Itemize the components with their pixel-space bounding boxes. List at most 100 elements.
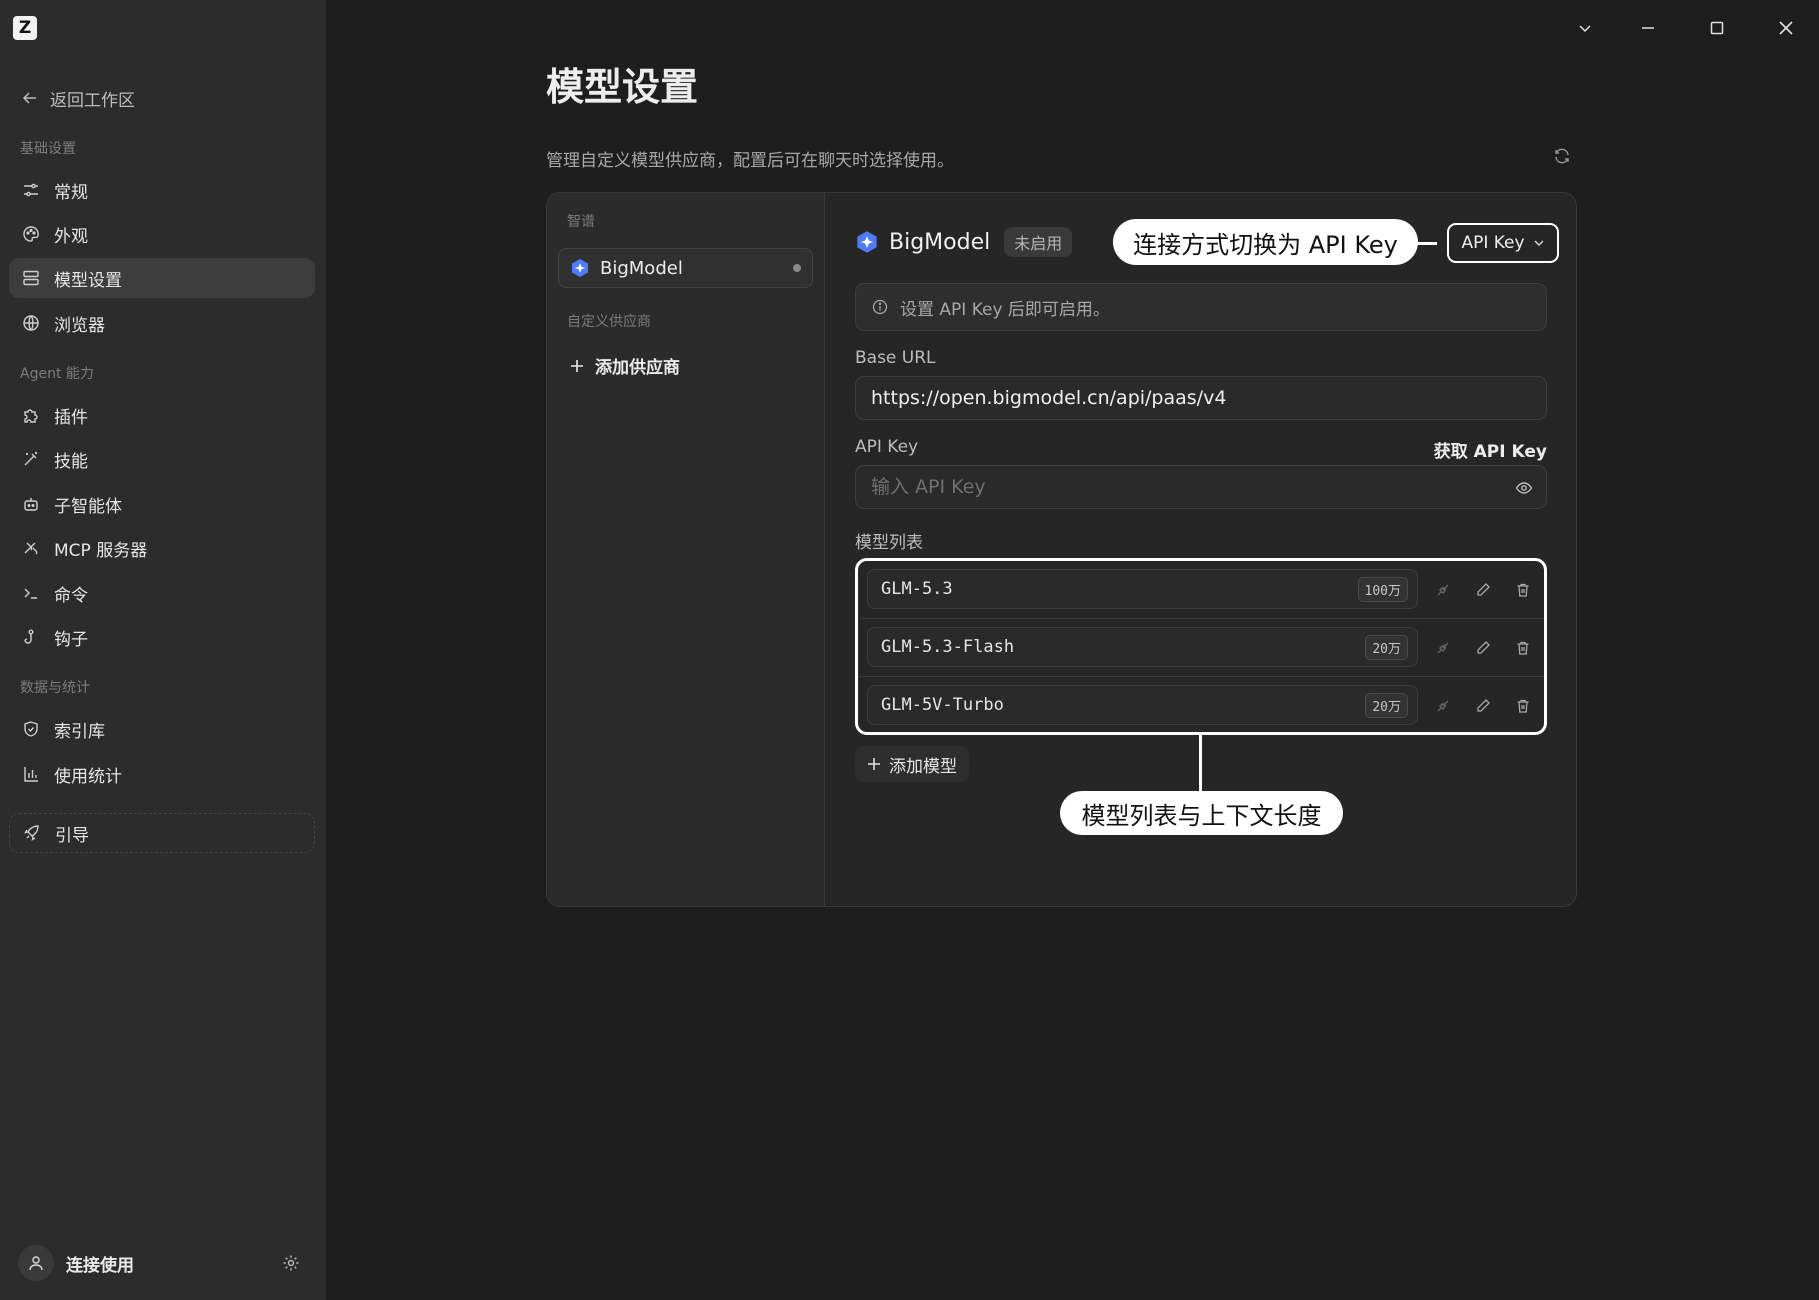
model-name-field[interactable]: GLM-5.3-Flash 20万: [867, 627, 1418, 667]
provider-item-bigmodel[interactable]: BigModel: [558, 248, 813, 288]
app-logo: Z: [13, 16, 37, 40]
provider-title: BigModel: [889, 229, 991, 255]
models-label: 模型列表: [855, 533, 923, 553]
custom-provider-label: 自定义供应商: [567, 314, 651, 330]
user-name: 连接使用: [66, 1255, 134, 1276]
shield-icon: [21, 719, 41, 739]
context-length-badge: 100万: [1357, 576, 1408, 602]
trash-icon[interactable]: [1512, 637, 1534, 659]
provider-header: BigModel 未启用: [855, 227, 1073, 257]
info-text: 设置 API Key 后即可启用。: [900, 299, 1110, 320]
section-label-basic: 基础设置: [20, 141, 76, 157]
plug-icon[interactable]: [1432, 637, 1454, 659]
minimize-icon[interactable]: [1634, 14, 1662, 42]
wand-icon: [21, 449, 41, 469]
arrow-left-icon: [22, 90, 38, 106]
model-name: GLM-5V-Turbo: [881, 695, 1004, 715]
trash-icon[interactable]: [1512, 695, 1534, 717]
eye-icon[interactable]: [1515, 479, 1533, 497]
edit-icon[interactable]: [1472, 579, 1494, 601]
bot-icon: [21, 494, 41, 514]
sidebar-item-plugins[interactable]: 插件: [9, 395, 315, 435]
add-model-button[interactable]: 添加模型: [855, 746, 969, 782]
sidebar-item-appearance[interactable]: 外观: [9, 214, 315, 254]
sidebar-item-guide[interactable]: 引导: [9, 813, 315, 853]
plug-icon[interactable]: [1432, 695, 1454, 717]
refresh-icon[interactable]: [1553, 147, 1571, 165]
plus-icon: [867, 757, 881, 771]
sidebar-item-label: 技能: [54, 451, 88, 472]
api-key-input[interactable]: [855, 465, 1547, 509]
sidebar-item-label: 插件: [54, 407, 88, 428]
puzzle-icon: [21, 405, 41, 425]
api-key-label: API Key: [855, 437, 919, 457]
provider-panel: 智谱 BigModel 自定义供应商 添加供应商 BigModel 未启用 AP…: [546, 192, 1577, 907]
sidebar-item-usage-stats[interactable]: 使用统计: [9, 754, 315, 794]
sidebar-item-label: 索引库: [54, 721, 105, 742]
sidebar-item-commands[interactable]: 命令: [9, 573, 315, 613]
model-list: GLM-5.3 100万 GLM-5.3-Flash 20万 GLM-5V-Tu…: [855, 558, 1547, 735]
page-title: 模型设置: [546, 65, 699, 109]
sidebar-item-subagents[interactable]: 子智能体: [9, 484, 315, 524]
sidebar-item-model-settings[interactable]: 模型设置: [9, 258, 315, 298]
info-icon: [872, 299, 888, 315]
status-badge: 未启用: [1004, 227, 1073, 257]
callout-model-list: 模型列表与上下文长度: [1060, 791, 1343, 835]
model-row: GLM-5V-Turbo 20万: [858, 676, 1544, 735]
rocket-icon: [22, 823, 42, 843]
context-length-badge: 20万: [1365, 634, 1408, 660]
sidebar-item-index[interactable]: 索引库: [9, 709, 315, 749]
chevron-down-icon: [1533, 237, 1545, 249]
plus-icon: [569, 358, 585, 374]
sidebar-item-label: 浏览器: [54, 315, 105, 336]
sidebar-item-browser[interactable]: 浏览器: [9, 303, 315, 343]
model-row: GLM-5.3 100万: [858, 561, 1544, 619]
avatar[interactable]: [18, 1245, 54, 1281]
provider-name: BigModel: [600, 257, 683, 279]
edit-icon[interactable]: [1472, 637, 1494, 659]
bar-chart-icon: [21, 764, 41, 784]
sliders-icon: [21, 180, 41, 200]
palette-icon: [21, 224, 41, 244]
bigmodel-logo-icon: [570, 258, 590, 278]
bigmodel-logo-icon: [855, 230, 879, 254]
gear-icon[interactable]: [282, 1254, 300, 1272]
provider-group-label: 智谱: [567, 214, 595, 230]
provider-list: 智谱 BigModel 自定义供应商 添加供应商: [547, 193, 825, 906]
plug-icon[interactable]: [1432, 579, 1454, 601]
base-url-input[interactable]: [855, 376, 1547, 420]
chevron-down-icon[interactable]: [1571, 14, 1599, 42]
sidebar-item-mcp[interactable]: MCP 服务器: [9, 528, 315, 568]
trash-icon[interactable]: [1512, 579, 1534, 601]
sidebar-item-label: 子智能体: [54, 496, 122, 517]
sidebar-item-hooks[interactable]: 钩子: [9, 617, 315, 657]
sidebar-item-general[interactable]: 常规: [9, 170, 315, 210]
add-model-label: 添加模型: [889, 756, 957, 777]
add-provider-label: 添加供应商: [595, 358, 680, 378]
maximize-icon[interactable]: [1703, 14, 1731, 42]
get-api-key-link[interactable]: 获取 API Key: [1434, 437, 1547, 462]
sidebar: Z 返回工作区 基础设置 常规 外观 模型设置 浏览器 Agent 能力 插件 …: [0, 0, 326, 1300]
sidebar-item-label: 模型设置: [54, 270, 122, 291]
base-url-label: Base URL: [855, 348, 936, 368]
connection-mode-select[interactable]: API Key: [1447, 223, 1559, 263]
context-length-badge: 20万: [1365, 692, 1408, 718]
add-provider-button[interactable]: 添加供应商: [569, 353, 680, 378]
callout-connector: [1199, 735, 1202, 793]
model-name: GLM-5.3-Flash: [881, 637, 1015, 657]
model-name-field[interactable]: GLM-5V-Turbo 20万: [867, 685, 1418, 725]
globe-icon: [21, 313, 41, 333]
callout-connector: [1415, 242, 1437, 245]
edit-icon[interactable]: [1472, 695, 1494, 717]
back-to-workspace-link[interactable]: 返回工作区: [22, 84, 135, 112]
sidebar-item-skills[interactable]: 技能: [9, 439, 315, 479]
mcp-icon: [21, 538, 41, 558]
sidebar-item-label: 命令: [54, 585, 88, 606]
model-row: GLM-5.3-Flash 20万: [858, 618, 1544, 677]
user-row: 连接使用: [18, 1244, 300, 1282]
section-label-agent: Agent 能力: [20, 366, 94, 382]
close-icon[interactable]: [1772, 14, 1800, 42]
info-notice: 设置 API Key 后即可启用。: [855, 283, 1547, 331]
model-name-field[interactable]: GLM-5.3 100万: [867, 569, 1418, 609]
layers-icon: [21, 268, 41, 288]
